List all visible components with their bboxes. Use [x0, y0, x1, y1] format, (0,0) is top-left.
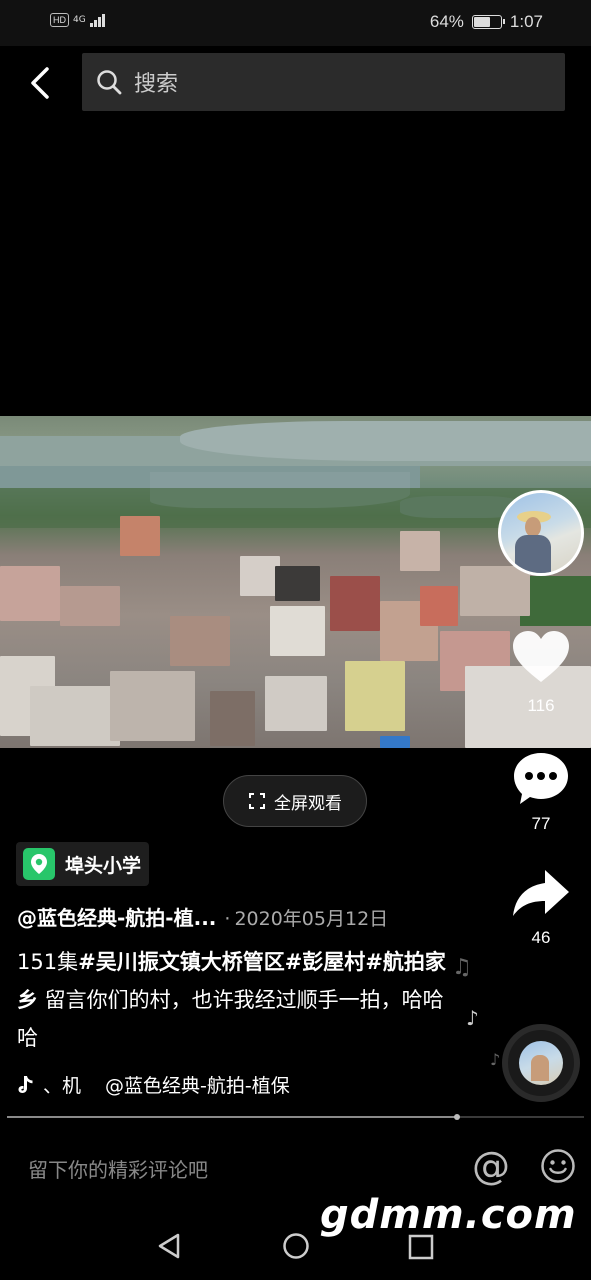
music-disc[interactable] — [502, 1024, 580, 1102]
location-tag[interactable]: 埠头小学 — [16, 842, 150, 886]
triangle-back-icon[interactable] — [156, 1232, 182, 1264]
music-disc-cover — [519, 1041, 563, 1085]
music-note-icon: ♪ — [466, 1006, 479, 1030]
heart-icon — [513, 631, 569, 682]
status-network: HD 4G — [50, 13, 105, 27]
chevron-left-icon — [31, 67, 49, 99]
comment-bubble-icon — [514, 753, 568, 804]
caption-prefix: 151集 — [17, 950, 79, 974]
share-button[interactable]: 46 — [510, 868, 572, 948]
like-button[interactable]: 116 — [510, 630, 572, 716]
share-arrow-icon — [513, 870, 569, 916]
circle-home-icon[interactable] — [282, 1232, 310, 1264]
hashtag-pengwu[interactable]: #彭屋村 — [285, 950, 366, 974]
smiley-icon[interactable] — [540, 1148, 576, 1188]
comment-count: 77 — [531, 814, 551, 833]
square-recent-icon[interactable] — [408, 1234, 434, 1264]
status-right: 64% 1:07 — [430, 12, 543, 32]
caption-text: 留言你们的村，也许我经过顺手一拍，哈哈哈 — [17, 988, 444, 1050]
author-name[interactable]: @蓝色经典-航拍-植... — [17, 902, 216, 931]
signal-icon — [89, 13, 105, 27]
music-note-icon: ♪ — [490, 1050, 501, 1069]
music-author: @蓝色经典-航拍-植保 — [105, 1075, 290, 1097]
system-nav-bar — [0, 1208, 591, 1280]
comment-button[interactable]: 77 — [510, 750, 572, 834]
search-icon — [97, 70, 122, 95]
comment-input[interactable]: 留下你的精彩评论吧 — [28, 1154, 208, 1183]
status-bar: HD 4G 64% 1:07 — [0, 0, 591, 46]
tiktok-note-icon — [18, 1075, 33, 1093]
map-pin-icon — [23, 848, 55, 880]
clock: 1:07 — [509, 12, 543, 31]
like-count: 116 — [527, 696, 555, 715]
fullscreen-button[interactable]: 全屏观看 — [223, 775, 367, 827]
author-avatar[interactable] — [498, 490, 584, 576]
fullscreen-label: 全屏观看 — [274, 793, 342, 814]
video-progress-handle[interactable] — [454, 1114, 461, 1120]
back-button[interactable] — [20, 60, 60, 106]
location-name: 埠头小学 — [65, 854, 142, 877]
music-title: 、机 — [43, 1075, 82, 1097]
battery-icon — [471, 15, 505, 29]
search-placeholder: 搜索 — [134, 72, 179, 97]
share-count: 46 — [531, 928, 551, 947]
hd-badge: HD — [50, 13, 69, 27]
music-note-icon: ♫ — [452, 955, 472, 980]
post-separator: · — [224, 908, 231, 930]
network-type: 4G — [73, 15, 86, 25]
fullscreen-icon — [249, 793, 265, 809]
post-date: 2020年05月12日 — [234, 908, 389, 930]
music-info[interactable]: 、机 @蓝色经典-航拍-植保 — [17, 1071, 477, 1098]
video-progress-bar[interactable] — [7, 1114, 584, 1120]
video-player[interactable] — [0, 416, 591, 748]
video-progress-fill — [7, 1116, 458, 1118]
battery-percent: 64% — [429, 12, 464, 31]
hashtag-wuchuan[interactable]: #吴川振文镇大桥管区 — [78, 950, 285, 974]
post-caption: 151集#吴川振文镇大桥管区#彭屋村#航拍家乡 留言你们的村，也许我经过顺手一拍… — [17, 943, 447, 1057]
mention-icon[interactable]: @ — [472, 1144, 510, 1188]
search-input[interactable]: 搜索 — [82, 53, 565, 111]
author-line: @蓝色经典-航拍-植... · 2020年05月12日 — [17, 902, 447, 931]
